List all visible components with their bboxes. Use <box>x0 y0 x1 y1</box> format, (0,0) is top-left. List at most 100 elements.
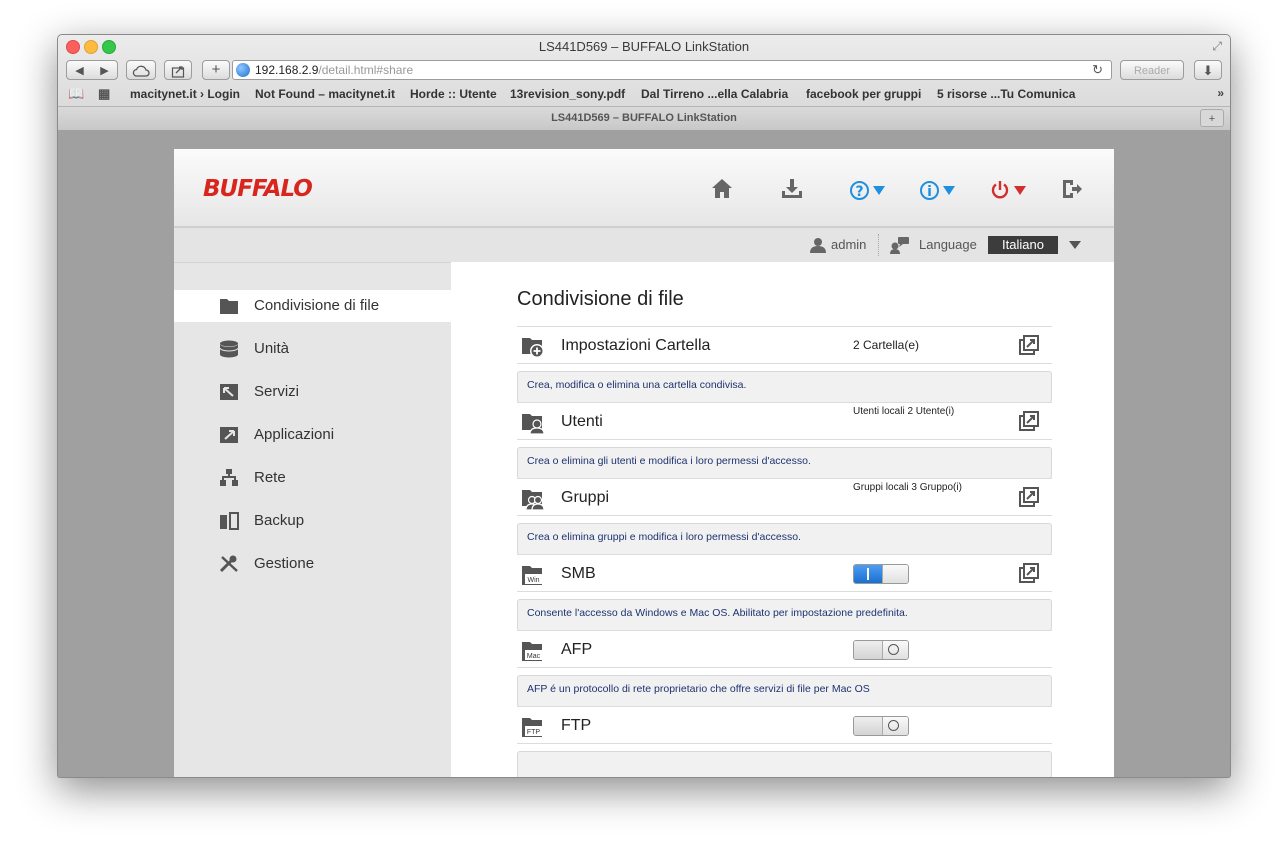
bookmark-link[interactable]: 13revision_sony.pdf <box>510 87 625 101</box>
back-button[interactable]: ◀ <box>67 61 92 81</box>
bookmark-link[interactable]: 5 risorse ...Tu Comunica <box>937 87 1075 101</box>
services-icon <box>220 384 238 400</box>
setting-row-ftp[interactable]: FTP FTP <box>517 706 1052 744</box>
nas-admin-page: BUFFALO ? i admin Language Italiano Cond… <box>174 149 1114 777</box>
sidebar-item-network[interactable]: Rete <box>174 462 451 494</box>
fullscreen-icon[interactable]: ⤢ <box>1212 39 1222 54</box>
afp-toggle[interactable] <box>853 640 909 660</box>
setting-row-groups[interactable]: Gruppi Gruppi locali 3 Gruppo(i) <box>517 478 1052 516</box>
row-value: 2 Cartella(e) <box>853 338 920 352</box>
row-description: AFP é un protocollo di rete proprietario… <box>517 675 1052 707</box>
share-button[interactable] <box>164 60 192 80</box>
group-folder-icon <box>522 490 545 511</box>
bookmark-link[interactable]: macitynet.it › Login <box>130 87 240 101</box>
sidebar-item-drives[interactable]: Unità <box>174 333 451 365</box>
setting-row-afp[interactable]: Mac AFP <box>517 630 1052 668</box>
external-link-icon[interactable] <box>1019 487 1039 507</box>
power-menu[interactable] <box>990 177 1026 201</box>
row-label: Gruppi <box>561 489 610 506</box>
current-user: admin <box>831 237 867 252</box>
browser-window: LS441D569 – BUFFALO LinkStation ⤢ ◀ ▶ + 1… <box>57 34 1231 778</box>
external-link-icon[interactable] <box>1019 563 1039 583</box>
home-icon[interactable] <box>710 177 734 201</box>
bookmark-link[interactable]: Horde :: Utente <box>410 87 497 101</box>
sidebar-item-label: Backup <box>254 512 305 529</box>
chevron-down-icon <box>873 185 885 195</box>
share-icon <box>171 66 185 78</box>
divider <box>878 234 879 256</box>
tab-active[interactable]: LS441D569 – BUFFALO LinkStation <box>68 107 1220 129</box>
row-label: Utenti <box>561 413 603 430</box>
row-label: FTP <box>561 717 592 734</box>
sidebar-item-label: Unità <box>254 340 290 357</box>
setting-row-smb[interactable]: Win SMB <box>517 554 1052 592</box>
folder-icon <box>220 299 238 314</box>
backup-icon <box>220 512 239 530</box>
browser-toolbar: ◀ ▶ + 192.168.2.9/detail.html#share ↻ Rea… <box>58 59 1230 83</box>
bookmarks-bar: 📖 ▦ macitynet.it › Login Not Found – mac… <box>58 84 1230 106</box>
info-icon: i <box>920 180 939 200</box>
ftp-folder-icon: FTP <box>522 718 542 737</box>
help-menu[interactable]: ? <box>850 177 885 201</box>
sidebar-item-file-sharing[interactable]: Condivisione di file <box>174 290 451 322</box>
sidebar-item-label: Applicazioni <box>254 426 335 443</box>
language-icon <box>890 237 909 254</box>
help-icon: ? <box>850 180 869 200</box>
downloads-button[interactable]: ⬇ <box>1194 60 1222 80</box>
forward-button[interactable]: ▶ <box>92 61 117 81</box>
sidebar-item-services[interactable]: Servizi <box>174 376 451 408</box>
power-icon <box>991 181 1009 199</box>
user-icon <box>810 238 826 253</box>
chevron-down-icon[interactable] <box>1069 241 1081 249</box>
bookmark-link[interactable]: Dal Tirreno ...ella Calabria <box>641 87 788 101</box>
sidebar-item-label: Servizi <box>254 383 300 400</box>
row-description: Crea, modifica o elimina una cartella co… <box>517 371 1052 403</box>
smb-toggle[interactable] <box>853 564 909 584</box>
external-link-icon[interactable] <box>1019 411 1039 431</box>
back-forward-group: ◀ ▶ <box>66 60 118 80</box>
row-value: Gruppi locali 3 Gruppo(i) <box>853 482 962 493</box>
main-content: Condivisione di file Impostazioni Cartel… <box>451 262 1114 777</box>
sidebar-item-backup[interactable]: Backup <box>174 505 451 537</box>
language-label: Language <box>919 237 977 252</box>
window-title: LS441D569 – BUFFALO LinkStation <box>538 39 750 54</box>
reader-button[interactable]: Reader <box>1120 60 1184 80</box>
info-menu[interactable]: i <box>920 177 955 201</box>
more-bookmarks-icon[interactable]: » <box>1217 86 1224 100</box>
add-tab-button[interactable]: + <box>1200 109 1224 127</box>
page-header: BUFFALO ? i <box>174 149 1114 228</box>
setting-row-users[interactable]: Utenti Utenti locali 2 Utente(i) <box>517 402 1052 440</box>
ftp-toggle[interactable] <box>853 716 909 736</box>
reload-icon[interactable]: ↻ <box>1092 61 1103 79</box>
bookmark-link[interactable]: facebook per gruppi <box>806 87 921 101</box>
external-link-icon[interactable] <box>1019 335 1039 355</box>
language-select[interactable]: Italiano <box>988 236 1058 254</box>
svg-text:Win: Win <box>527 577 539 584</box>
row-description: Consente l'accesso da Windows e Mac OS. … <box>517 599 1052 631</box>
icloud-tabs-button[interactable] <box>126 60 156 80</box>
sidebar-item-applications[interactable]: Applicazioni <box>174 419 451 451</box>
globe-icon <box>236 63 250 77</box>
sidebar-item-label: Gestione <box>254 555 315 572</box>
reading-list-icon[interactable]: 📖 <box>68 86 84 102</box>
bookmark-link[interactable]: Not Found – macitynet.it <box>255 87 395 101</box>
sidebar-item-management[interactable]: Gestione <box>174 548 451 580</box>
browser-chrome: LS441D569 – BUFFALO LinkStation ⤢ ◀ ▶ + 1… <box>58 35 1230 130</box>
row-label: Impostazioni Cartella <box>561 337 711 354</box>
title-bar: LS441D569 – BUFFALO LinkStation ⤢ <box>58 35 1230 59</box>
sidebar-item-label: Condivisione di file <box>254 297 380 314</box>
logout-icon[interactable] <box>1060 177 1084 201</box>
top-sites-icon[interactable]: ▦ <box>98 86 110 102</box>
svg-text:FTP: FTP <box>527 729 541 736</box>
cloud-icon <box>132 65 150 77</box>
new-tab-button[interactable]: + <box>202 60 230 80</box>
download-tray-icon[interactable] <box>780 177 804 201</box>
setting-row-folder-settings[interactable]: Impostazioni Cartella 2 Cartella(e) <box>517 326 1052 364</box>
folder-add-icon <box>522 338 544 358</box>
download-icon: ⬇ <box>1202 63 1214 78</box>
address-bar[interactable]: 192.168.2.9/detail.html#share ↻ <box>232 60 1112 80</box>
drive-icon <box>219 340 239 358</box>
user-folder-icon <box>522 414 545 435</box>
mac-folder-icon: Mac <box>522 642 542 661</box>
svg-text:Mac: Mac <box>527 653 541 660</box>
